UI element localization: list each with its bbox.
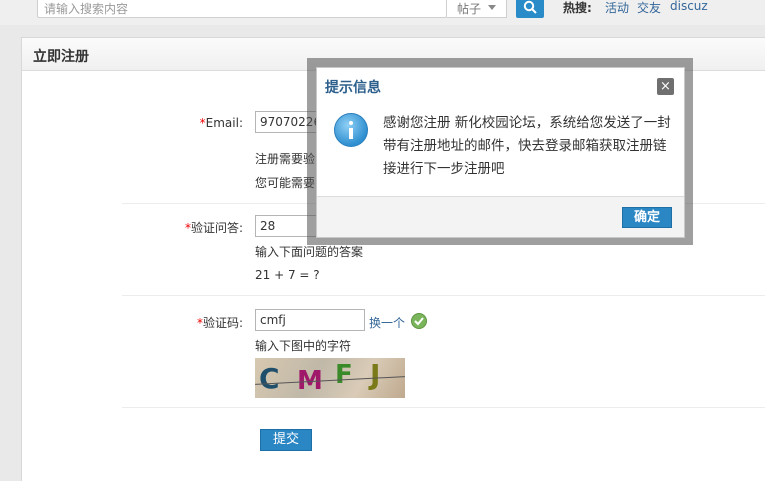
captcha-refresh-link[interactable]: 换一个 — [369, 314, 405, 331]
close-icon[interactable]: × — [657, 78, 674, 95]
captcha-char: F — [335, 360, 353, 390]
info-icon-dot — [349, 121, 353, 125]
captcha-tip: 输入下图中的字符 — [255, 339, 352, 353]
captcha-label-text: 验证码: — [202, 316, 243, 330]
email-label-text: Email: — [205, 116, 243, 130]
checkmark-icon — [414, 317, 424, 326]
captcha-char: C — [259, 362, 280, 395]
hot-link-activity[interactable]: 活动 — [605, 0, 629, 16]
email-tip-2: 您可能需要 — [255, 176, 316, 190]
question-answer-value: 28 — [260, 219, 276, 233]
search-input[interactable]: 请输入搜索内容 — [37, 0, 447, 18]
question-text: 21 + 7 = ? — [255, 268, 320, 282]
email-tip-1: 注册需要验 — [255, 152, 316, 166]
check-icon — [411, 313, 427, 329]
info-icon-bar — [349, 128, 353, 139]
confirm-button[interactable]: 确定 — [622, 207, 672, 228]
row-divider — [122, 407, 765, 408]
email-label: *Email: — [123, 116, 243, 130]
info-icon — [334, 113, 368, 147]
dialog-message: 感谢您注册 新化校园论坛，系统给您发送了一封带有注册地址的邮件，快去登录邮箱获取… — [383, 115, 671, 177]
captcha-label: *验证码: — [123, 314, 243, 331]
captcha-field[interactable]: cmfj — [255, 309, 365, 331]
search-button[interactable] — [516, 0, 544, 18]
search-icon — [523, 0, 537, 14]
captcha-char: J — [370, 358, 381, 391]
question-tip: 输入下面问题的答案 — [255, 245, 364, 259]
question-label-text: 验证问答: — [190, 221, 243, 235]
dialog-title: 提示信息 — [325, 80, 381, 96]
top-bar: 请输入搜索内容 帖子 热搜: 活动 交友 discuz — [0, 0, 765, 25]
info-dialog: 提示信息 × 感谢您注册 新化校园论坛，系统给您发送了一封带有注册地址的邮件，快… — [316, 67, 685, 238]
row-divider — [122, 295, 765, 296]
hot-link-discuz[interactable]: discuz — [670, 0, 708, 13]
dialog-footer: 确定 — [317, 196, 684, 237]
captcha-image[interactable]: C M F J — [255, 358, 405, 398]
hot-link-friends[interactable]: 交友 — [637, 0, 661, 16]
hot-search-label: 热搜: — [563, 1, 592, 15]
chevron-down-icon — [488, 5, 496, 10]
submit-button[interactable]: 提交 — [260, 429, 312, 451]
search-scope-label: 帖子 — [457, 2, 482, 16]
search-placeholder: 请输入搜索内容 — [44, 2, 129, 16]
captcha-value: cmfj — [260, 313, 286, 327]
question-label: *验证问答: — [123, 219, 243, 236]
search-scope-select[interactable]: 帖子 — [447, 0, 507, 18]
page-title: 立即注册 — [33, 49, 89, 65]
